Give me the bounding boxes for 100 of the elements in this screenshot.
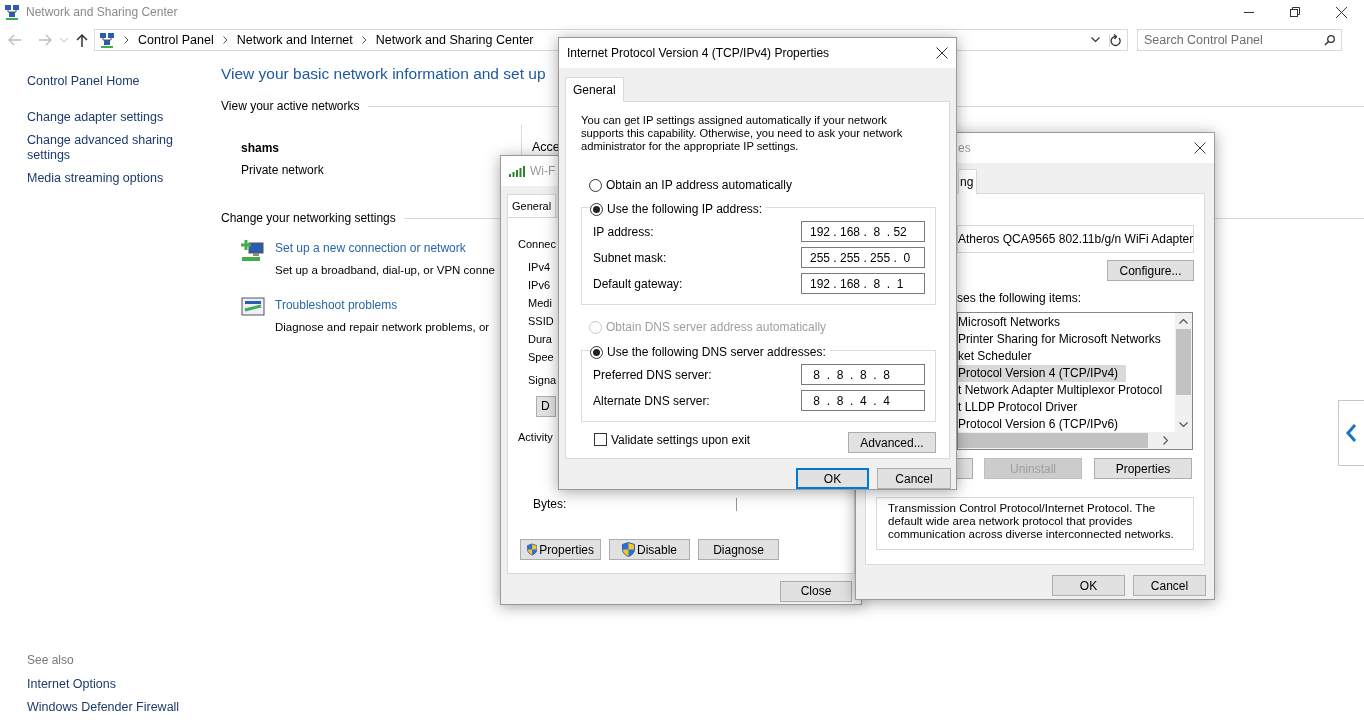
shield-icon [527,542,538,557]
option-label: Obtain DNS server address automatically [606,319,827,336]
see-also-heading: See also [27,652,75,669]
chevron-icon [124,36,129,44]
close-icon[interactable] [936,47,948,59]
option-label: Obtain an IP address automatically [606,177,792,194]
refresh-icon[interactable] [1109,33,1121,47]
network-name: shams [241,140,280,158]
address-field[interactable]: 255 . 255 . 255 . 0 [801,247,925,268]
list-action-button[interactable]: Properties [1094,458,1192,479]
search-icon[interactable] [1324,34,1335,46]
option-label: Use the following DNS server addresses: [607,344,826,361]
cancel-button[interactable]: Cancel [877,468,951,489]
sidebar-link[interactable]: Control Panel Home [27,74,221,89]
close-dialog-button[interactable]: Close [780,580,852,602]
field-label: Default gateway: [593,275,683,293]
search-field[interactable]: Search Control Panel [1137,29,1342,51]
vertical-scrollbar[interactable] [1175,313,1192,433]
section-heading: Change your networking settings [221,210,396,228]
radio-button[interactable] [589,178,602,192]
checkbox-label: Validate settings upon exit [611,431,751,449]
field-label: IPv4 [528,260,550,275]
adapter-field: Atheros QCA9565 802.11b/g/n WiFi Adapter [957,225,1194,253]
network-icon [4,4,20,20]
action-button[interactable]: Diagnose [698,539,779,560]
field-label: Spee [528,350,554,365]
section-label: Activity [518,429,553,445]
chevron-icon [222,36,228,44]
advanced-button[interactable]: Advanced... [848,432,936,453]
tab[interactable]: General [507,194,557,218]
action-button[interactable]: Disable [609,539,690,560]
dialog-title: Wi-F [530,163,556,180]
scrollbar-thumb[interactable] [1176,329,1191,395]
scroll-up-icon[interactable] [1179,319,1188,324]
see-also-link[interactable]: Internet Options [27,677,221,692]
field-label: Preferred DNS server: [593,366,712,384]
list-item[interactable]: ket Scheduler [958,348,1032,365]
close-icon[interactable] [1194,142,1206,154]
details-button[interactable]: D [536,395,556,417]
task-link[interactable]: Set up a new connection or network [275,239,466,258]
horizontal-scrollbar[interactable] [958,432,1192,449]
breadcrumb[interactable]: Control Panel [138,30,214,50]
address-field[interactable]: 8 . 8 . 4 . 4 [801,390,925,411]
network-type: Private network [241,162,324,180]
troubleshoot-icon [241,295,265,318]
list-item[interactable]: Protocol Version 4 (TCP/IPv4) [958,365,1127,382]
address-field[interactable]: 192 . 168 . 8 . 1 [801,273,925,294]
search-placeholder: Search Control Panel [1144,31,1263,49]
sidebar-link[interactable]: Change advanced sharing settings [27,133,177,163]
side-panel-toggle[interactable] [1338,400,1364,466]
field-label: Alternate DNS server: [593,392,710,410]
see-also-link[interactable]: Windows Defender Firewall [27,700,221,715]
list-item[interactable]: Microsoft Networks [958,314,1061,331]
list-item[interactable]: t Network Adapter Multiplexor Protocol [958,382,1163,399]
breadcrumb[interactable]: Network and Sharing Center [375,30,534,50]
ok-button[interactable]: OK [796,468,869,489]
field-label: Dura [528,332,552,347]
checkbox[interactable] [594,433,607,446]
list-item[interactable]: Printer Sharing for Microsoft Networks [958,331,1161,348]
page-heading: View your basic network information and set up [221,64,547,84]
section-heading: View your active networks [221,98,360,116]
option-label: Use the following IP address: [607,201,763,218]
column-heading: Acce [532,139,560,157]
shield-icon [622,542,635,557]
task-link[interactable]: Troubleshoot problems [275,295,398,314]
address-field[interactable]: 192 . 168 . 8 . 52 [801,221,925,242]
scroll-down-icon[interactable] [1179,422,1188,427]
sidebar-link[interactable]: Change adapter settings [27,110,221,125]
field-label: IP address: [593,223,654,241]
ok-button[interactable]: OK [1052,575,1125,596]
dropdown-icon[interactable] [1091,37,1100,43]
close-icon [1335,6,1347,18]
tab[interactable]: ng [958,169,978,194]
new-connection-icon [241,239,265,264]
chevron-icon [1345,424,1358,442]
list-item[interactable]: Protocol Version 6 (TCP/IPv6) [958,416,1119,433]
window-title: Network and Sharing Center [26,4,178,21]
tab[interactable]: General [565,77,624,102]
configure-button[interactable]: Configure... [1107,260,1194,281]
task-description: Diagnose and repair network problems, or [275,319,490,335]
field-label: Subnet mask: [593,249,667,267]
scroll-right-icon[interactable] [1163,436,1168,445]
list-item[interactable]: t LLDP Protocol Driver [958,399,1078,416]
address-field[interactable]: 8 . 8 . 8 . 8 [801,364,925,385]
up-icon[interactable] [76,33,88,47]
restore-icon [1290,7,1300,17]
scrollbar-thumb[interactable] [958,433,1148,448]
sidebar-link[interactable]: Media streaming options [27,171,221,186]
action-button[interactable]: Properties [520,539,601,560]
intro-text: You can get IP settings assigned automatically if your network supports this capability. Otherwise, you need to ask your network administrator for the appropriate IP settings. [581,114,904,153]
chevron-icon [361,36,367,44]
breadcrumb[interactable]: Network and Internet [236,30,353,50]
radio-button[interactable] [590,345,603,359]
field-label: SSID [528,314,554,329]
field-label: Bytes: [533,496,567,513]
field-label: Medi [528,296,552,311]
cancel-button[interactable]: Cancel [1133,575,1206,596]
radio-button[interactable] [590,202,603,216]
minimize-icon [1244,11,1254,13]
field-label: IPv6 [528,278,550,293]
